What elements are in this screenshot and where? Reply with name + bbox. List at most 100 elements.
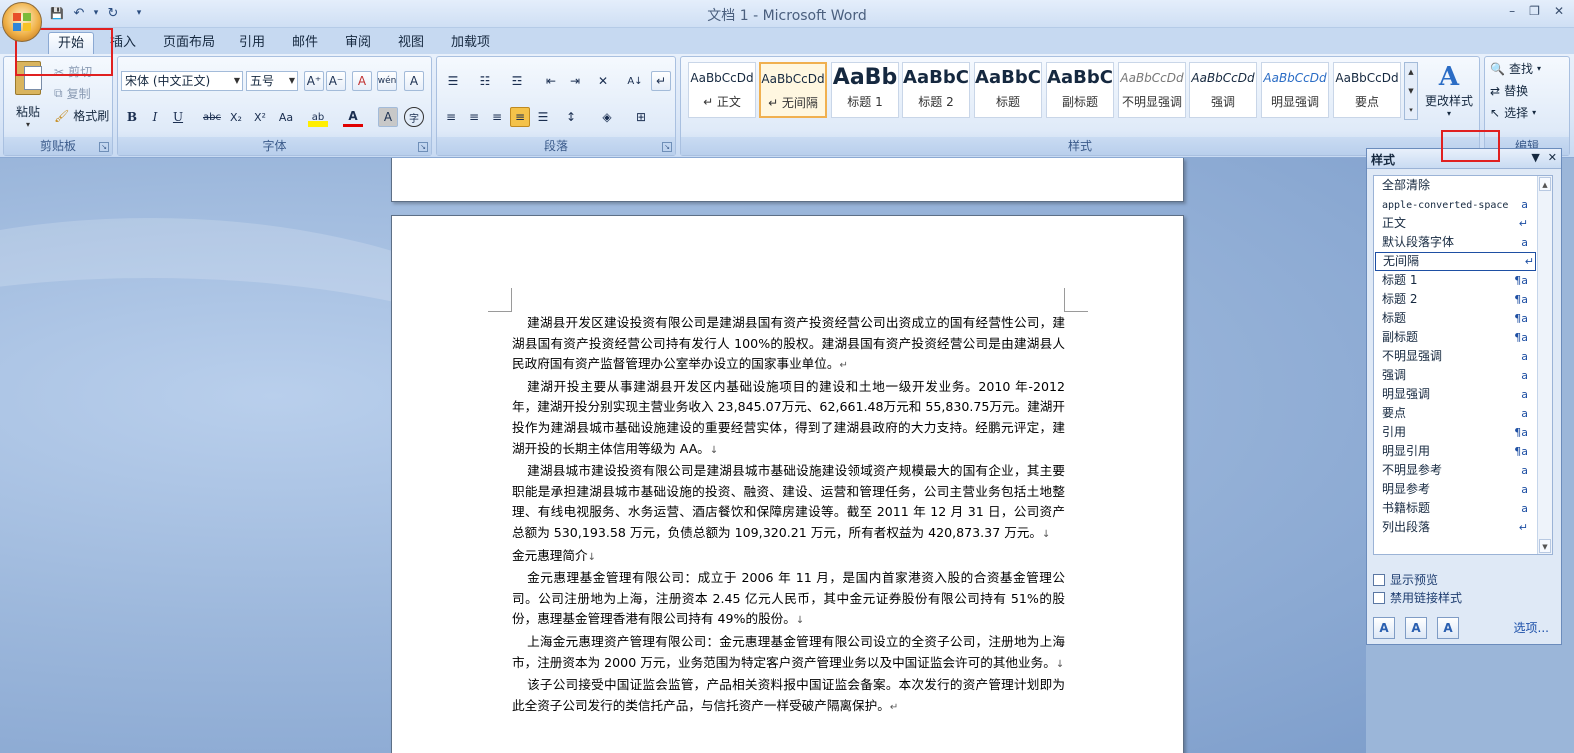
change-case-button[interactable]: Aa bbox=[276, 107, 296, 127]
style-subtle-emphasis[interactable]: AaBbCcDd 不明显强调 bbox=[1118, 62, 1186, 118]
justify-button[interactable]: ≡ bbox=[510, 107, 530, 127]
grow-font-button[interactable]: A⁺ bbox=[304, 71, 324, 91]
style-subtitle[interactable]: AaBbC 副标题 bbox=[1046, 62, 1114, 118]
align-right-button[interactable]: ≡ bbox=[487, 107, 507, 127]
doc-paragraph[interactable]: 上海金元惠理资产管理有限公司：金元惠理基金管理有限公司设立的全资子公司，注册地为… bbox=[512, 632, 1065, 675]
doc-paragraph[interactable]: 该子公司接受中国证监会监管，产品相关资料报中国证监会备案。本次发行的资产管理计划… bbox=[512, 675, 1065, 718]
style-list-item[interactable]: 书籍标题 a bbox=[1374, 499, 1552, 518]
find-button[interactable]: 🔍 查找 ▾ bbox=[1490, 60, 1541, 77]
manage-styles-button[interactable]: A bbox=[1437, 617, 1459, 639]
increase-indent-button[interactable]: ⇥ bbox=[565, 71, 585, 91]
shading-button[interactable]: ◈ bbox=[597, 107, 617, 127]
style-no-spacing[interactable]: AaBbCcDd ↵ 无间隔 bbox=[759, 62, 827, 118]
document-area[interactable]: 建湖县开发区建设投资有限公司是建湖县国有资产投资经营公司出资成立的国有经营性公司… bbox=[0, 158, 1366, 753]
style-normal[interactable]: AaBbCcDd ↵ 正文 bbox=[688, 62, 756, 118]
borders-button[interactable]: ⊞ bbox=[631, 107, 651, 127]
chevron-up-icon[interactable]: ▲ bbox=[1405, 63, 1417, 82]
show-preview-option[interactable]: 显示预览 bbox=[1373, 571, 1438, 588]
show-marks-button[interactable]: ↵ bbox=[651, 71, 671, 91]
document-body[interactable]: 建湖县开发区建设投资有限公司是建湖县国有资产投资经营公司出资成立的国有经营性公司… bbox=[512, 313, 1065, 718]
distributed-button[interactable]: ☰ bbox=[533, 107, 553, 127]
numbering-button[interactable]: ☷ bbox=[475, 71, 495, 91]
close-icon[interactable]: ✕ bbox=[1548, 151, 1557, 164]
style-intense-emphasis[interactable]: AaBbCcDd 明显强调 bbox=[1261, 62, 1329, 118]
tab-page-layout[interactable]: 页面布局 bbox=[157, 32, 221, 54]
style-title[interactable]: AaBbC 标题 bbox=[974, 62, 1042, 118]
style-heading-1[interactable]: AaBb 标题 1 bbox=[831, 62, 899, 118]
strikethrough-button[interactable]: abc bbox=[202, 107, 222, 127]
style-inspector-button[interactable]: A bbox=[1405, 617, 1427, 639]
doc-paragraph[interactable]: 金元惠理基金管理有限公司：成立于 2006 年 11 月，是国内首家港资入股的合… bbox=[512, 568, 1065, 632]
bullets-button[interactable]: ☰ bbox=[443, 71, 463, 91]
tab-review[interactable]: 审阅 bbox=[339, 32, 377, 54]
close-button[interactable]: ✕ bbox=[1554, 4, 1564, 18]
highlight-button[interactable]: ab bbox=[308, 107, 328, 127]
decrease-indent-button[interactable]: ⇤ bbox=[541, 71, 561, 91]
gallery-more-icon[interactable]: ▾ bbox=[1405, 101, 1417, 120]
phonetic-guide-button[interactable]: wén bbox=[377, 71, 397, 91]
doc-paragraph[interactable]: 建湖县城市建设投资有限公司是建湖县城市基础设施建设领域资产规模最大的国有企业，其… bbox=[512, 461, 1065, 545]
style-list-item[interactable]: 不明显参考 a bbox=[1374, 461, 1552, 480]
style-list-item[interactable]: 标题 2 ¶a bbox=[1374, 290, 1552, 309]
style-list-item[interactable]: 正文 ↵ bbox=[1374, 214, 1552, 233]
disable-linked-option[interactable]: 禁用链接样式 bbox=[1373, 589, 1462, 606]
tab-mailings[interactable]: 邮件 bbox=[286, 32, 324, 54]
options-link[interactable]: 选项... bbox=[1514, 619, 1549, 636]
tab-view[interactable]: 视图 bbox=[392, 32, 430, 54]
font-name-combo[interactable]: 宋体 (中文正文) ▼ bbox=[121, 71, 243, 91]
clear-format-button[interactable]: A bbox=[352, 71, 372, 91]
styles-list[interactable]: 全部清除 apple-converted-space a 正文 ↵ 默认段落字体 a … bbox=[1373, 175, 1553, 555]
font-color-button[interactable]: A bbox=[343, 107, 363, 127]
format-painter-button[interactable]: 🖌 格式刷 bbox=[54, 107, 109, 124]
style-list-item[interactable]: 不明显强调 a bbox=[1374, 347, 1552, 366]
disable-linked-checkbox[interactable] bbox=[1373, 591, 1385, 604]
chevron-down-icon[interactable]: ▼ bbox=[1539, 539, 1551, 553]
minimize-button[interactable]: – bbox=[1509, 4, 1515, 18]
styles-list-scrollbar[interactable]: ▲ ▼ bbox=[1537, 176, 1552, 554]
change-styles-button[interactable]: A 更改样式 ▾ bbox=[1422, 62, 1476, 118]
tab-addins[interactable]: 加载项 bbox=[445, 32, 496, 54]
pane-menu-icon[interactable]: ▼ bbox=[1531, 151, 1539, 164]
office-button[interactable] bbox=[2, 2, 42, 42]
style-list-item[interactable]: 要点 a bbox=[1374, 404, 1552, 423]
style-list-item[interactable]: 明显引用 ¶a bbox=[1374, 442, 1552, 461]
font-launcher-icon[interactable]: ↘ bbox=[418, 142, 428, 152]
restore-button[interactable]: ❐ bbox=[1529, 4, 1540, 18]
style-list-item[interactable]: 全部清除 bbox=[1374, 176, 1552, 195]
clipboard-launcher-icon[interactable]: ↘ bbox=[99, 142, 109, 152]
italic-button[interactable]: I bbox=[145, 107, 165, 127]
subscript-button[interactable]: X₂ bbox=[226, 107, 246, 127]
paragraph-launcher-icon[interactable]: ↘ bbox=[662, 142, 672, 152]
style-heading-2[interactable]: AaBbC 标题 2 bbox=[902, 62, 970, 118]
style-list-item[interactable]: 列出段落 ↵ bbox=[1374, 518, 1552, 537]
style-list-item[interactable]: 强调 a bbox=[1374, 366, 1552, 385]
document-page[interactable]: 建湖县开发区建设投资有限公司是建湖县国有资产投资经营公司出资成立的国有经营性公司… bbox=[391, 215, 1184, 753]
multilevel-list-button[interactable]: ☲ bbox=[507, 71, 527, 91]
enclose-char-button[interactable]: 字 bbox=[404, 107, 424, 127]
copy-button[interactable]: ⧉ 复制 bbox=[54, 85, 91, 102]
char-shading-button[interactable]: A bbox=[378, 107, 398, 127]
tab-references[interactable]: 引用 bbox=[233, 32, 271, 54]
style-list-item[interactable]: 标题 1 ¶a bbox=[1374, 271, 1552, 290]
style-strong[interactable]: AaBbCcDd 要点 bbox=[1333, 62, 1401, 118]
align-left-button[interactable]: ≡ bbox=[441, 107, 461, 127]
select-button[interactable]: ↖ 选择 ▾ bbox=[1490, 104, 1536, 121]
align-center-button[interactable]: ≡ bbox=[464, 107, 484, 127]
doc-paragraph[interactable]: 金元惠理简介↓ bbox=[512, 546, 1065, 569]
style-list-item[interactable]: apple-converted-space a bbox=[1374, 195, 1552, 214]
style-list-item[interactable]: 明显强调 a bbox=[1374, 385, 1552, 404]
replace-button[interactable]: ⇄ 替换 bbox=[1490, 82, 1528, 99]
underline-button[interactable]: U bbox=[168, 107, 188, 127]
char-border-button[interactable]: A bbox=[404, 71, 424, 91]
chinese-layout-button[interactable]: ✕ bbox=[593, 71, 613, 91]
style-list-item[interactable]: 副标题 ¶a bbox=[1374, 328, 1552, 347]
sort-button[interactable]: A↓ bbox=[625, 71, 645, 91]
style-list-item-selected[interactable]: 无间隔 ↵ bbox=[1375, 252, 1536, 271]
line-spacing-button[interactable]: ↕ bbox=[561, 107, 581, 127]
style-emphasis[interactable]: AaBbCcDd 强调 bbox=[1189, 62, 1257, 118]
font-size-combo[interactable]: 五号 ▼ bbox=[246, 71, 298, 91]
style-list-item[interactable]: 明显参考 a bbox=[1374, 480, 1552, 499]
doc-paragraph[interactable]: 建湖开投主要从事建湖县开发区内基础设施项目的建设和土地一级开发业务。2010 年… bbox=[512, 377, 1065, 461]
chevron-down-icon[interactable]: ▼ bbox=[1405, 82, 1417, 101]
style-list-item[interactable]: 标题 ¶a bbox=[1374, 309, 1552, 328]
